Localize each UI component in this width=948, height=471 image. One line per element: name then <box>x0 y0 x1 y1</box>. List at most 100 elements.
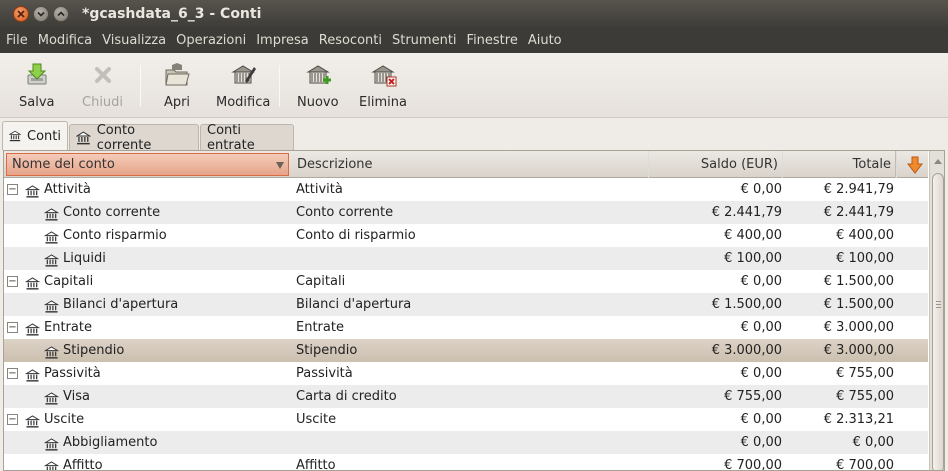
minimize-icon <box>37 11 45 17</box>
save-button[interactable]: Salva <box>19 61 55 110</box>
toolbar-separator <box>279 65 280 107</box>
bank-icon <box>43 344 60 359</box>
grip-line <box>936 304 941 305</box>
menu-aiuto[interactable]: Aiuto <box>523 29 567 53</box>
menu-file[interactable]: File <box>0 29 33 53</box>
bank-icon <box>43 459 60 470</box>
scroll-up-icon[interactable] <box>934 159 942 164</box>
edit-button[interactable]: Modifica <box>216 61 270 110</box>
tree-header: Nome del conto Descrizione Saldo (EUR) T… <box>4 151 928 178</box>
tree-row-parent[interactable]: − Entrate Entrate € 0,00 € 3.000,00 <box>4 316 928 339</box>
cell-totale: € 2.313,21 <box>823 412 894 427</box>
new-account-button[interactable]: Nuovo <box>297 61 339 110</box>
cell-account-name: Liquidi <box>4 247 292 270</box>
cell-saldo: € 0,00 <box>740 182 782 197</box>
tree-row-parent[interactable]: − Attività Attività € 0,00 € 2.941,79 <box>4 178 928 201</box>
column-header-saldo[interactable]: Saldo (EUR) <box>649 151 783 178</box>
vertical-scrollbar[interactable] <box>929 151 944 470</box>
column-header-totale[interactable]: Totale <box>783 151 896 178</box>
menu-finestre[interactable]: Finestre <box>462 29 523 53</box>
scrollbar-thumb[interactable] <box>932 173 944 470</box>
tab-label: Conti entrate <box>207 122 255 153</box>
close-icon <box>94 67 111 83</box>
cell-saldo: € 0,00 <box>740 320 782 335</box>
tree-row[interactable]: Affitto Affitto € 700,00 € 700,00 <box>4 454 928 471</box>
save-label: Salva <box>19 95 55 110</box>
tab-conti-entrate[interactable]: Conti entrate <box>200 122 294 153</box>
bank-icon <box>43 298 60 313</box>
menu-operazioni[interactable]: Operazioni <box>171 29 251 53</box>
cell-description <box>296 431 646 454</box>
cell-saldo: € 700,00 <box>724 458 782 471</box>
sort-descending-icon <box>276 162 284 169</box>
close-window-button[interactable] <box>13 6 29 22</box>
menu-resoconti[interactable]: Resoconti <box>314 29 387 53</box>
menu-impresa[interactable]: Impresa <box>251 29 314 53</box>
cell-account-name: Affitto <box>4 454 292 471</box>
collapse-icon[interactable]: − <box>7 368 18 379</box>
collapse-icon[interactable]: − <box>7 322 18 333</box>
tree-row[interactable]: Abbigliamento € 0,00 € 0,00 <box>4 431 928 454</box>
menu-visualizza[interactable]: Visualizza <box>97 29 171 53</box>
menu-strumenti[interactable]: Strumenti <box>387 29 462 53</box>
collapse-icon[interactable]: − <box>7 276 18 287</box>
cell-totale: € 0,00 <box>852 435 894 450</box>
cell-totale: € 400,00 <box>836 228 894 243</box>
tab-conti[interactable]: Conti <box>2 121 68 150</box>
column-header-description[interactable]: Descrizione <box>292 151 649 178</box>
delete-account-button[interactable]: Elimina <box>359 61 407 110</box>
cell-totale: € 1.500,00 <box>823 274 894 289</box>
tree-row[interactable]: Conto risparmio Conto di risparmio € 400,0… <box>4 224 928 247</box>
cell-description: Entrate <box>296 320 344 335</box>
column-selector-button[interactable] <box>902 152 928 177</box>
collapse-icon[interactable]: − <box>7 184 18 195</box>
tab-conto-corrente[interactable]: Conto corrente <box>69 122 199 153</box>
account-name: Attività <box>44 182 91 197</box>
tree-row-parent[interactable]: − Capitali Capitali € 0,00 € 1.500,00 <box>4 270 928 293</box>
cell-description: Passività <box>296 366 353 381</box>
tree-row[interactable]: Conto corrente Conto corrente € 2.441,79 € … <box>4 201 928 224</box>
bank-icon <box>43 206 60 221</box>
tree-row[interactable]: Stipendio Stipendio € 3.000,00 € 3.000,00 <box>4 339 928 362</box>
minimize-window-button[interactable] <box>33 6 49 22</box>
tree-row[interactable]: Liquidi € 100,00 € 100,00 <box>4 247 928 270</box>
column-label: Totale <box>852 157 891 172</box>
toolbar-separator <box>140 65 141 107</box>
bank-icon <box>24 321 41 336</box>
tab-label: Conto corrente <box>96 122 152 153</box>
tree-row[interactable]: Visa Carta di credito € 755,00 € 755,00 <box>4 385 928 408</box>
column-header-name[interactable]: Nome del conto <box>6 153 289 176</box>
collapse-icon[interactable]: − <box>7 414 18 425</box>
title-bar: *gcashdata_6_3 - Conti <box>0 0 948 29</box>
maximize-window-button[interactable] <box>53 6 69 22</box>
cell-description <box>296 247 646 270</box>
cell-totale: € 1.500,00 <box>823 297 894 312</box>
bank-icon <box>24 413 41 428</box>
tree-row-parent[interactable]: − Passività Passività € 0,00 € 755,00 <box>4 362 928 385</box>
cell-totale: € 755,00 <box>836 366 894 381</box>
close-button[interactable]: Chiudi <box>82 61 123 110</box>
bank-icon <box>24 367 41 382</box>
open-button[interactable]: Apri <box>163 61 191 110</box>
tree-rows: − Attività Attività € 0,00 € 2.941,79 Conto c… <box>4 178 928 471</box>
accounts-tree[interactable]: Nome del conto Descrizione Saldo (EUR) T… <box>3 150 945 471</box>
account-name: Visa <box>63 389 90 404</box>
tree-row-parent[interactable]: − Uscite Uscite € 0,00 € 2.313,21 <box>4 408 928 431</box>
cell-totale: € 3.000,00 <box>823 320 894 335</box>
cell-totale: € 2.941,79 <box>823 182 894 197</box>
cell-totale: € 2.441,79 <box>823 205 894 220</box>
bank-icon <box>9 130 22 142</box>
account-name: Bilanci d'apertura <box>63 297 179 312</box>
tree-row[interactable]: Bilanci d'apertura Bilanci d'apertura € 1.… <box>4 293 928 316</box>
bank-icon <box>43 229 60 244</box>
account-name: Affitto <box>63 458 103 471</box>
menu-modifica[interactable]: Modifica <box>33 29 97 53</box>
account-name: Stipendio <box>63 343 125 358</box>
cell-account-name: − Attività <box>4 178 292 201</box>
close-label: Chiudi <box>82 95 124 110</box>
cell-account-name: Conto corrente <box>4 201 292 224</box>
cell-description: Carta di credito <box>296 389 397 404</box>
cell-account-name: Visa <box>4 385 292 408</box>
bank-icon <box>43 390 60 405</box>
cell-totale: € 100,00 <box>836 251 894 266</box>
